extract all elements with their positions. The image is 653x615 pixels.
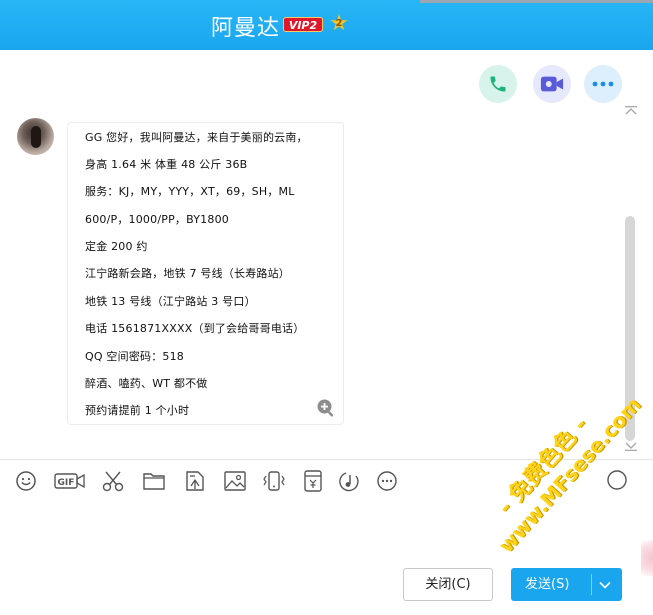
send-doc-button[interactable]: [183, 469, 207, 493]
phone-call-icon: [490, 76, 506, 92]
more-options-icon: [377, 471, 397, 491]
red-packet-button[interactable]: [301, 469, 325, 493]
send-button[interactable]: 发送(S): [511, 568, 622, 601]
decorative-sticker: [641, 540, 653, 576]
gif-icon: GIF: [54, 473, 85, 489]
video-call-button[interactable]: [533, 65, 571, 103]
emoji-icon: [16, 471, 36, 491]
contact-name[interactable]: 阿曼达: [211, 10, 280, 42]
more-actions-button[interactable]: [584, 65, 622, 103]
message-line: 服务：KJ，MY，YYY，XT，69，SH，ML: [85, 185, 295, 198]
message-line: 600/P，1000/PP，BY1800: [85, 213, 229, 226]
folder-icon: [143, 473, 165, 490]
message-line: 预约请提前 1 个小时: [85, 404, 190, 417]
vip-badge[interactable]: VIP2: [283, 17, 323, 32]
red-packet-icon: [304, 470, 322, 492]
shake-button[interactable]: [262, 469, 286, 493]
message-line: 电话 1561871XXXX（到了会给哥哥电话）: [85, 322, 305, 335]
message-bubble[interactable]: GG 您好，我叫阿曼达，来自于美丽的云南， 身高 1.64 米 体重 48 公斤…: [67, 122, 344, 425]
history-icon[interactable]: [606, 469, 628, 491]
more-icon: [592, 81, 614, 87]
close-button[interactable]: 关闭(C): [403, 568, 493, 601]
phone-call-button[interactable]: [479, 65, 517, 103]
window-edge: [420, 0, 653, 3]
watermark: - 免费色色 - www.MFsese.com: [470, 357, 653, 558]
file-button[interactable]: [142, 469, 166, 493]
emoji-button[interactable]: [14, 469, 38, 493]
message-line: QQ 空间密码：518: [85, 350, 185, 363]
svg-text:GIF: GIF: [58, 478, 75, 488]
music-icon: [339, 472, 359, 492]
send-divider: [591, 574, 592, 595]
zoom-in-icon[interactable]: [316, 398, 336, 418]
screenshot-button[interactable]: [101, 469, 125, 493]
more-options-button[interactable]: [375, 469, 399, 493]
send-label: 发送(S): [525, 577, 570, 592]
chevron-down-icon[interactable]: [597, 577, 613, 593]
video-call-icon: [540, 76, 564, 92]
scroll-up-icon[interactable]: [624, 105, 638, 117]
level-number: 2: [335, 18, 343, 29]
gif-button[interactable]: GIF: [54, 469, 86, 493]
shake-icon: [263, 471, 285, 491]
message-line: 身高 1.64 米 体重 48 公斤 36B: [85, 158, 248, 171]
chat-header: 阿曼达 VIP2 ★ 2: [0, 0, 653, 50]
scroll-down-icon[interactable]: [624, 440, 638, 452]
message-line: 定金 200 约: [85, 240, 148, 253]
message-line: 江宁路新会路，地铁 7 号线（长寿路站）: [85, 267, 290, 280]
message-line: 地铁 13 号线（江宁路站 3 号口）: [85, 295, 256, 308]
message-line: GG 您好，我叫阿曼达，来自于美丽的云南，: [85, 131, 308, 144]
music-button[interactable]: [337, 469, 361, 493]
scissors-icon: [102, 471, 124, 492]
contact-avatar[interactable]: [17, 118, 54, 155]
image-button[interactable]: [223, 469, 247, 493]
message-line: 醉酒、嗑药、WT 都不做: [85, 377, 208, 390]
doc-send-icon: [186, 471, 204, 491]
image-icon: [224, 471, 246, 491]
level-star-icon[interactable]: ★ 2: [328, 13, 350, 35]
